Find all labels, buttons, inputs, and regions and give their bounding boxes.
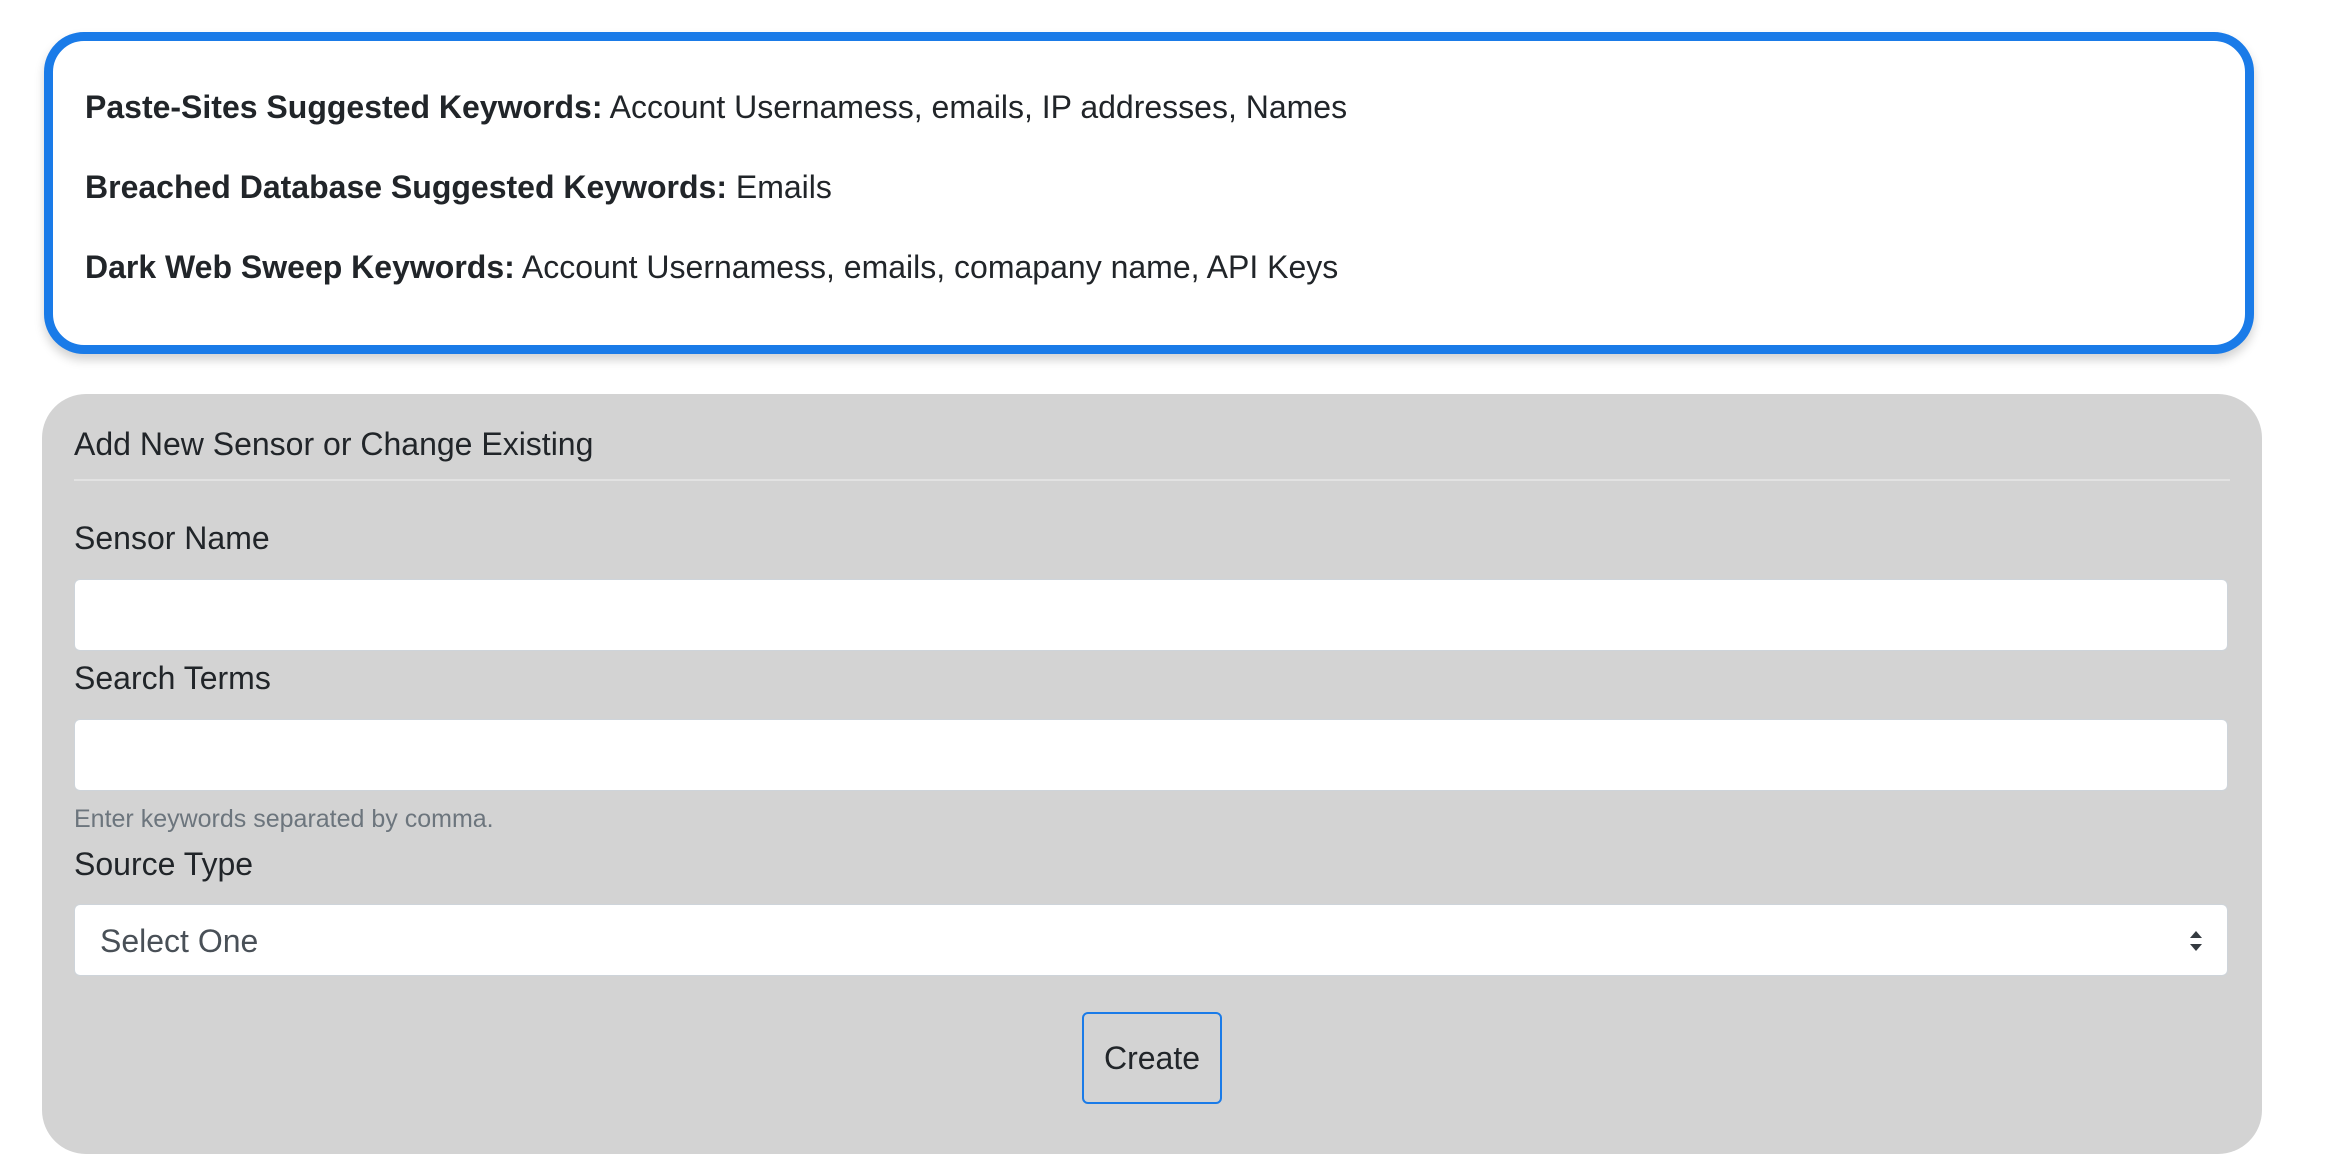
paste-sites-keywords-value: Account Usernamess, emails, IP addresses… xyxy=(609,89,1348,125)
sensor-name-label: Sensor Name xyxy=(74,520,270,556)
paste-sites-keywords-label: Paste-Sites Suggested Keywords: xyxy=(85,89,603,125)
breached-database-keywords: Breached Database Suggested Keywords: Em… xyxy=(85,167,2245,207)
suggested-keywords-card: Paste-Sites Suggested Keywords: Account … xyxy=(44,32,2254,354)
search-terms-input[interactable] xyxy=(74,719,2228,791)
breached-database-keywords-value: Emails xyxy=(735,169,832,205)
breached-database-keywords-label: Breached Database Suggested Keywords: xyxy=(85,169,727,205)
dark-web-sweep-keywords-value: Account Usernamess, emails, comapany nam… xyxy=(521,249,1339,285)
paste-sites-keywords: Paste-Sites Suggested Keywords: Account … xyxy=(85,87,2245,127)
search-terms-help-text: Enter keywords separated by comma. xyxy=(74,805,494,833)
search-terms-label: Search Terms xyxy=(74,660,271,696)
sensor-name-input[interactable] xyxy=(74,579,2228,651)
select-sort-arrows-icon xyxy=(2190,931,2202,951)
source-type-label: Source Type xyxy=(74,846,254,882)
form-title: Add New Sensor or Change Existing xyxy=(74,426,594,462)
form-title-divider xyxy=(74,479,2230,481)
dark-web-sweep-keywords-label: Dark Web Sweep Keywords: xyxy=(85,249,515,285)
source-type-select[interactable]: Select One xyxy=(74,904,2228,976)
sensor-form-card: Add New Sensor or Change Existing Sensor… xyxy=(42,394,2262,1154)
dark-web-sweep-keywords: Dark Web Sweep Keywords: Account Usernam… xyxy=(85,247,2245,287)
source-type-selected-value: Select One xyxy=(100,923,259,959)
create-button[interactable]: Create xyxy=(1082,1012,1222,1104)
